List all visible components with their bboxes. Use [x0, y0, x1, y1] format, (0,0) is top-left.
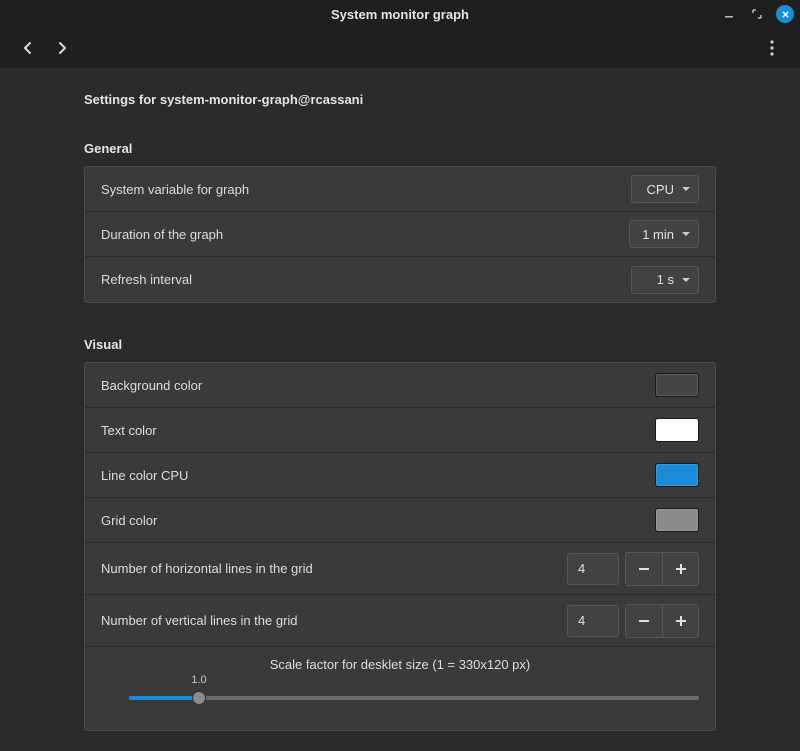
- content: Settings for system-monitor-graph@rcassa…: [0, 92, 800, 751]
- window-title: System monitor graph: [331, 7, 469, 22]
- section-visual-title: Visual: [84, 337, 716, 352]
- page-title: Settings for system-monitor-graph@rcassa…: [84, 92, 716, 107]
- row-label: Text color: [101, 423, 655, 438]
- line-color-swatch[interactable]: [655, 463, 699, 487]
- duration-dropdown[interactable]: 1 min: [629, 220, 699, 248]
- forward-button[interactable]: [48, 34, 76, 62]
- back-button[interactable]: [14, 34, 42, 62]
- row-scale: Scale factor for desklet size (1 = 330x1…: [85, 647, 715, 730]
- vlines-spinner: 4: [567, 604, 699, 638]
- titlebar: System monitor graph: [0, 0, 800, 28]
- scale-caption: Scale factor for desklet size (1 = 330x1…: [101, 657, 699, 672]
- dropdown-value: 1 s: [657, 272, 674, 287]
- row-label: Background color: [101, 378, 655, 393]
- hlines-value[interactable]: 4: [567, 553, 619, 585]
- refresh-dropdown[interactable]: 1 s: [631, 266, 699, 294]
- hlines-spinner: 4: [567, 552, 699, 586]
- row-label: Number of vertical lines in the grid: [101, 613, 567, 628]
- row-label: Refresh interval: [101, 272, 631, 287]
- vlines-value[interactable]: 4: [567, 605, 619, 637]
- row-hlines: Number of horizontal lines in the grid 4: [85, 543, 715, 595]
- chevron-down-icon: [682, 278, 690, 282]
- row-text-color: Text color: [85, 408, 715, 453]
- row-vlines: Number of vertical lines in the grid 4: [85, 595, 715, 647]
- row-refresh: Refresh interval 1 s: [85, 257, 715, 302]
- grid-color-swatch[interactable]: [655, 508, 699, 532]
- toolbar: [0, 28, 800, 68]
- row-grid-color: Grid color: [85, 498, 715, 543]
- vlines-increment[interactable]: [662, 605, 698, 637]
- window-controls: [720, 5, 794, 23]
- close-icon[interactable]: [776, 5, 794, 23]
- visual-panel: Background color Text color Line color C…: [84, 362, 716, 731]
- hlines-increment[interactable]: [662, 553, 698, 585]
- row-label: Duration of the graph: [101, 227, 629, 242]
- slider-fill: [129, 696, 199, 700]
- row-label: Grid color: [101, 513, 655, 528]
- section-general-title: General: [84, 141, 716, 156]
- slider-track: [129, 696, 699, 700]
- scale-slider[interactable]: 1.0: [101, 690, 699, 706]
- system-variable-dropdown[interactable]: CPU: [631, 175, 699, 203]
- hlines-decrement[interactable]: [626, 553, 662, 585]
- row-label: Number of horizontal lines in the grid: [101, 561, 567, 576]
- row-duration: Duration of the graph 1 min: [85, 212, 715, 257]
- row-label: Line color CPU: [101, 468, 655, 483]
- slider-tick-label: 1.0: [191, 674, 206, 686]
- chevron-down-icon: [682, 232, 690, 236]
- kebab-menu-icon[interactable]: [758, 34, 786, 62]
- maximize-icon[interactable]: [748, 5, 766, 23]
- chevron-down-icon: [682, 187, 690, 191]
- slider-thumb[interactable]: [192, 691, 206, 705]
- bg-color-swatch[interactable]: [655, 373, 699, 397]
- general-panel: System variable for graph CPU Duration o…: [84, 166, 716, 303]
- row-label: System variable for graph: [101, 182, 631, 197]
- row-bg-color: Background color: [85, 363, 715, 408]
- row-line-color: Line color CPU: [85, 453, 715, 498]
- dropdown-value: CPU: [647, 182, 674, 197]
- minimize-icon[interactable]: [720, 5, 738, 23]
- vlines-decrement[interactable]: [626, 605, 662, 637]
- dropdown-value: 1 min: [642, 227, 674, 242]
- row-system-variable: System variable for graph CPU: [85, 167, 715, 212]
- text-color-swatch[interactable]: [655, 418, 699, 442]
